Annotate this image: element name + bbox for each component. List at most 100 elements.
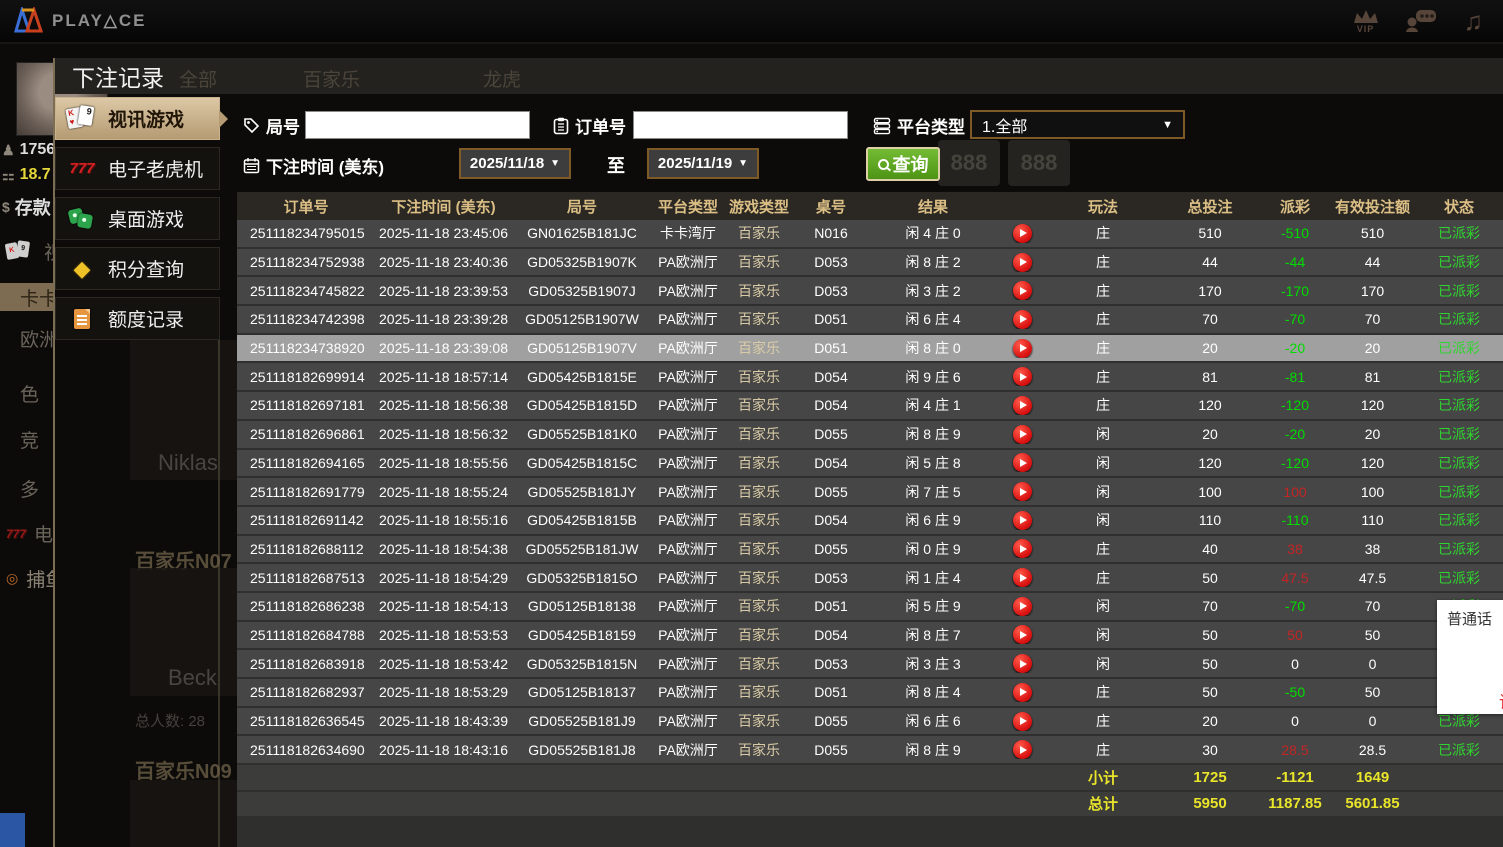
slots-777-icon: 777 [6,527,26,541]
cell-platform: PA欧洲厅 [652,510,724,530]
replay-button[interactable] [1013,253,1032,272]
cell-order-number: 251118182683918 [237,656,375,672]
sidebar-item-slots-777[interactable]: 777电子老虎机 [55,147,220,190]
top-bar: PLAY△CE VIP ♫ [0,0,1503,44]
cell-game-type: 百家乐 [724,711,794,731]
cell-result: 闲 9 庄 6 [868,367,998,387]
replay-button[interactable] [1013,425,1032,444]
replay-button[interactable] [1013,568,1032,587]
replay-button[interactable] [1013,281,1032,300]
cell-game-type: 百家乐 [724,568,794,588]
platform-type-select[interactable]: 1.全部▼ [970,110,1185,139]
subtotal-row: 小计1725-11211649 [237,765,1503,790]
replay-button[interactable] [1013,740,1032,759]
calendar-icon [243,157,260,174]
table-row[interactable]: 2511181826365452025-11-18 18:43:39GD0552… [237,708,1503,735]
deposit-button[interactable]: $存款 [2,194,51,220]
table-row[interactable]: 2511181826911422025-11-18 18:55:16GD0542… [237,507,1503,534]
cell-round-number: GD05425B1815B [512,512,652,528]
cell-result: 闲 1 庄 4 [868,568,998,588]
cell-result: 闲 8 庄 4 [868,682,998,702]
cell-valid-bet: 110 [1330,512,1415,528]
table-row[interactable]: 2511181826875132025-11-18 18:54:29GD0532… [237,564,1503,591]
replay-button[interactable] [1013,625,1032,644]
bg-nav-duo[interactable]: 多 [0,475,55,502]
cell-platform: PA欧洲厅 [652,482,724,502]
sidebar-item-document[interactable]: 额度记录 [55,297,220,340]
replay-button[interactable] [1013,453,1032,472]
column-header: 状态 [1415,196,1503,217]
music-button[interactable]: ♫ [1464,8,1484,34]
cell-table-number: D055 [794,742,868,758]
table-row[interactable]: 2511181826971812025-11-18 18:56:38GD0542… [237,392,1503,419]
replay-button[interactable] [1013,539,1032,558]
bg-nav-jing[interactable]: 竞 [0,426,55,453]
cell-game-type: 百家乐 [724,453,794,473]
table-row[interactable]: 2511181826346902025-11-18 18:43:16GD0552… [237,736,1503,763]
sidebar-item-table-games[interactable]: 桌面游戏 [55,197,220,240]
cell-total-bet: 70 [1160,311,1260,327]
cell-total-bet: 110 [1160,512,1260,528]
sidebar-item-diamond[interactable]: ◆积分查询 [55,247,220,290]
replay-button[interactable] [1013,597,1032,616]
bg-nav-europe[interactable]: 欧洲 [0,325,55,352]
cell-total-bet: 20 [1160,426,1260,442]
table-row[interactable]: 2511181826847882025-11-18 18:53:53GD0542… [237,622,1503,649]
cell-result: 闲 8 庄 7 [868,625,998,645]
replay-button[interactable] [1013,683,1032,702]
chat-support-button[interactable] [1406,9,1438,33]
cell-game-type: 百家乐 [724,281,794,301]
language-tooltip[interactable]: 普通话 语 [1437,600,1503,714]
replay-button[interactable] [1013,224,1032,243]
cell-play-type: 庄 [1046,223,1160,243]
vip-button[interactable]: VIP [1352,9,1380,34]
cell-play-type: 闲 [1046,510,1160,530]
person-icon: ♟ [2,142,15,159]
table-row[interactable]: 2511181826968612025-11-18 18:56:32GD0552… [237,421,1503,448]
table-row[interactable]: 2511181826999142025-11-18 18:57:14GD0542… [237,363,1503,390]
table-row[interactable]: 2511181826829372025-11-18 18:53:29GD0512… [237,679,1503,706]
table-row[interactable]: 2511181826839182025-11-18 18:53:42GD0532… [237,650,1503,677]
date-to-picker[interactable]: 2025/11/19▼ [647,148,759,179]
bg-nav-buyu[interactable]: ◎捕鱼 王 [0,565,55,592]
sidebar-item-cards[interactable]: K♥9视讯游戏 [55,97,220,140]
cell-platform: PA欧洲厅 [652,625,724,645]
replay-button[interactable] [1013,482,1032,501]
replay-button[interactable] [1013,511,1032,530]
cell-platform: PA欧洲厅 [652,252,724,272]
cell-table-number: D055 [794,484,868,500]
table-row[interactable]: 2511182347950152025-11-18 23:45:06GN0162… [237,220,1503,247]
replay-button[interactable] [1013,367,1032,386]
date-from-picker[interactable]: 2025/11/18▼ [459,148,571,179]
bg-nav-se[interactable]: 色 [0,380,55,407]
cell-result: 闲 8 庄 0 [868,338,998,358]
cell-order-number: 251118182636545 [237,713,375,729]
replay-button[interactable] [1013,396,1032,415]
table-row[interactable]: 2511182347389202025-11-18 23:39:08GD0512… [237,335,1503,362]
replay-button[interactable] [1013,712,1032,731]
tooltip-language-option[interactable]: 普通话 [1447,608,1503,629]
bg-nav-dianzi[interactable]: 777电子 [0,520,55,547]
replay-button[interactable] [1013,339,1032,358]
bg-tab: 百家乐 [303,65,360,92]
table-row[interactable]: 2511182347458222025-11-18 23:39:53GD0532… [237,277,1503,304]
cell-table-number: D053 [794,570,868,586]
table-row[interactable]: 2511182347529382025-11-18 23:40:36GD0532… [237,249,1503,276]
query-button[interactable]: 查询 [866,147,940,181]
order-number-input[interactable] [633,111,848,139]
replay-button[interactable] [1013,310,1032,329]
table-row[interactable]: 2511181826917792025-11-18 18:55:24GD0552… [237,478,1503,505]
table-row[interactable]: 2511181826862382025-11-18 18:54:13GD0512… [237,593,1503,620]
round-number-input[interactable] [305,111,530,139]
table-row[interactable]: 2511181826941652025-11-18 18:55:56GD0542… [237,450,1503,477]
cell-status: 已派彩 [1415,223,1503,243]
cell-play-type: 庄 [1046,568,1160,588]
cell-payout: -44 [1260,254,1330,270]
bg-nav-kaka[interactable]: 卡卡 [0,283,55,311]
table-row[interactable]: 2511182347423982025-11-18 23:39:28GD0512… [237,306,1503,333]
replay-button[interactable] [1013,654,1032,673]
table-row[interactable]: 2511181826881122025-11-18 18:54:38GD0552… [237,536,1503,563]
cell-order-number: 251118234742398 [237,311,375,327]
bg-dealer-name: Niklas [158,450,218,476]
cell-payout: -20 [1260,340,1330,356]
